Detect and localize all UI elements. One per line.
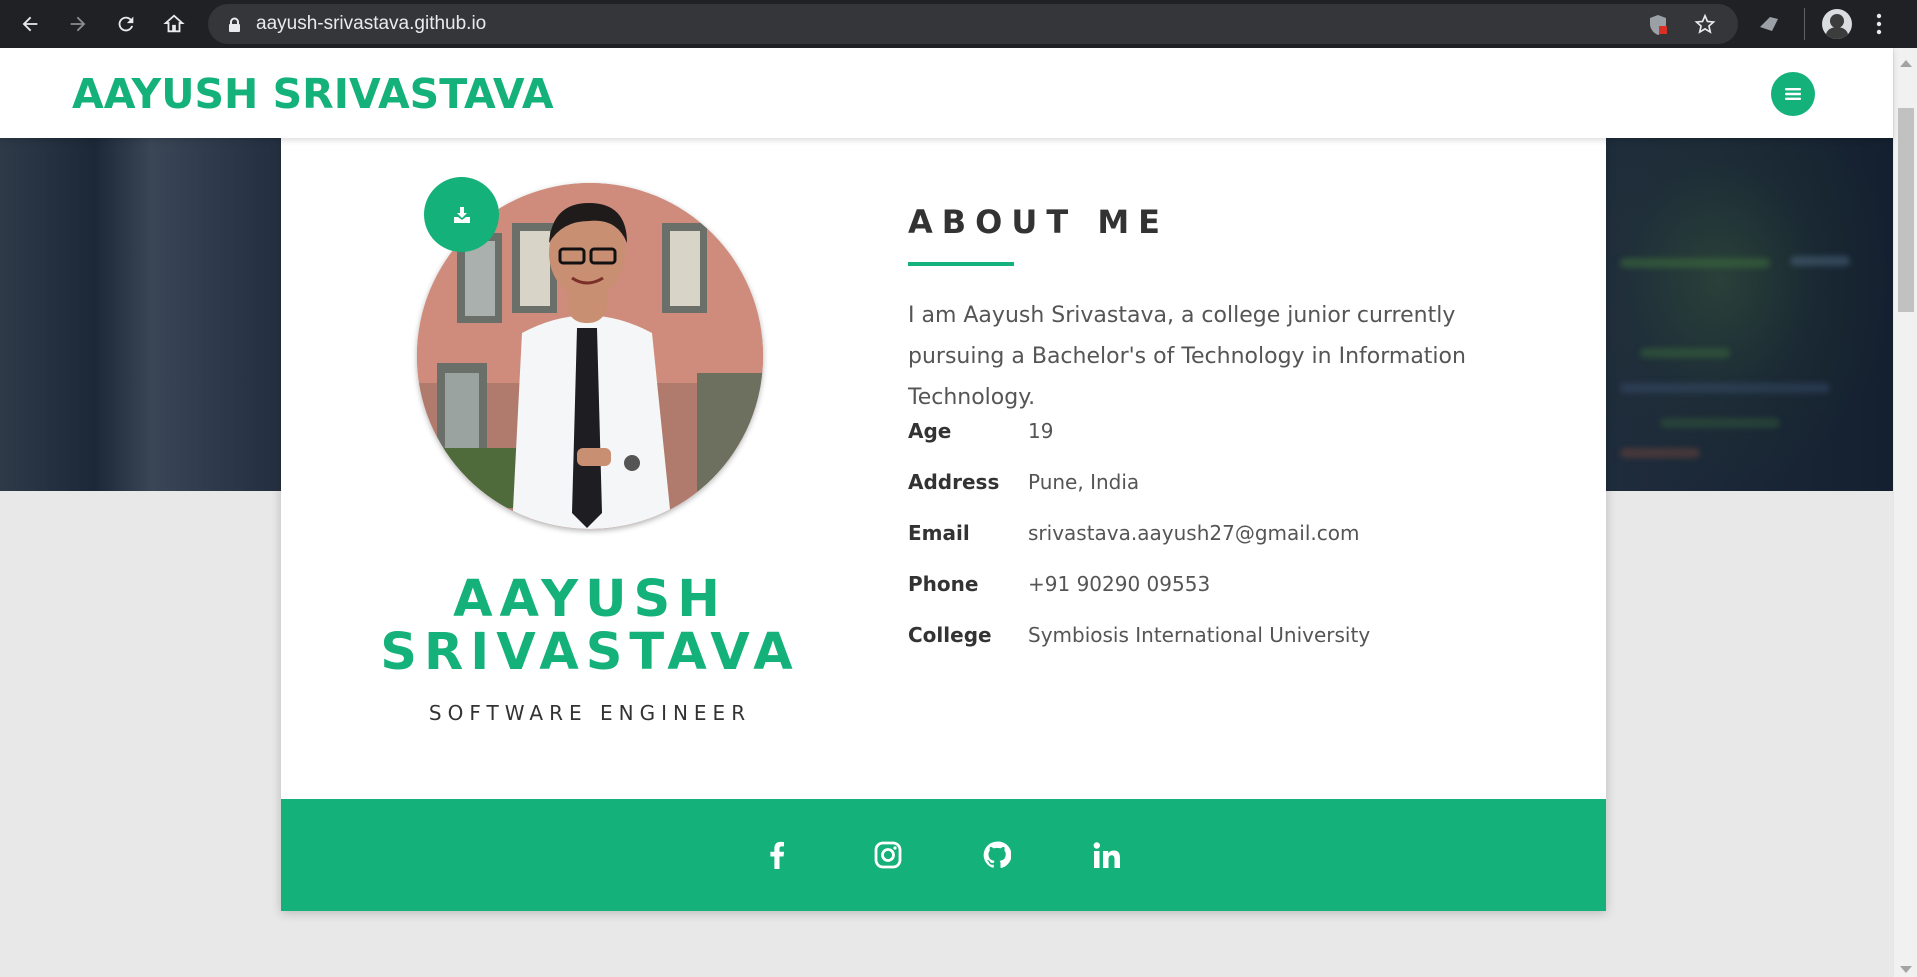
info-label: College <box>908 623 992 647</box>
about-text: I am Aayush Srivastava, a college junior… <box>908 303 1466 410</box>
reload-icon <box>118 16 134 32</box>
forward-button[interactable] <box>62 8 94 40</box>
star-icon[interactable] <box>1694 13 1716 35</box>
info-label: Email <box>908 521 970 545</box>
scroll-up-arrow[interactable] <box>1900 60 1912 67</box>
about-underline <box>908 262 1014 266</box>
info-label: Age <box>908 419 952 443</box>
back-button[interactable] <box>14 8 46 40</box>
social-bar <box>281 799 1606 911</box>
site-navbar: AAYUSH SRIVASTAVA <box>0 48 1893 138</box>
more-menu-icon[interactable] <box>1876 12 1882 36</box>
linkedin-link[interactable] <box>1089 837 1125 873</box>
page-scrollbar[interactable] <box>1893 48 1917 977</box>
extension-icon[interactable] <box>1757 11 1783 37</box>
reload-button[interactable] <box>110 8 142 40</box>
github-icon <box>983 841 1011 868</box>
info-value: srivastava.aayush27@gmail.com <box>1028 521 1360 545</box>
profile-name-first: AAYUSH <box>453 570 727 629</box>
menu-button[interactable] <box>1771 72 1815 116</box>
profile-card: AAYUSH SRIVASTAVA SOFTWARE ENGINEER ABOU… <box>281 138 1606 911</box>
info-value: Pune, India <box>1028 470 1140 494</box>
arrow-right-icon <box>70 16 86 32</box>
profile-name-last: SRIVASTAVA <box>380 623 800 682</box>
info-label: Phone <box>908 572 979 596</box>
info-label: Address <box>908 470 1000 494</box>
home-button[interactable] <box>158 8 190 40</box>
instagram-icon <box>874 841 902 869</box>
profile-name: AAYUSH SRIVASTAVA <box>371 573 809 679</box>
browser-toolbar: aayush-srivastava.github.io <box>0 0 1917 48</box>
download-cv-button[interactable] <box>424 177 499 252</box>
scroll-thumb[interactable] <box>1898 108 1914 312</box>
lock-icon <box>229 17 240 32</box>
url-text: aayush-srivastava.github.io <box>256 13 487 34</box>
profile-title: SOFTWARE ENGINEER <box>428 701 752 725</box>
info-value: 19 <box>1028 419 1054 443</box>
site-brand[interactable]: AAYUSH SRIVASTAVA <box>72 70 554 118</box>
about-heading: ABOUT ME <box>908 203 1170 241</box>
facebook-icon <box>770 841 785 869</box>
download-icon <box>453 206 470 223</box>
instagram-link[interactable] <box>870 837 906 873</box>
facebook-link[interactable] <box>759 837 795 873</box>
shield-icon[interactable] <box>1648 14 1668 36</box>
avatar[interactable] <box>1822 9 1852 39</box>
address-bar[interactable]: aayush-srivastava.github.io <box>208 4 1738 44</box>
toolbar-divider <box>1804 8 1805 40</box>
info-value: Symbiosis International University <box>1028 623 1371 647</box>
linkedin-icon <box>1093 842 1120 868</box>
scroll-down-arrow[interactable] <box>1900 966 1912 973</box>
arrow-left-icon <box>22 16 38 32</box>
hamburger-icon <box>1785 88 1801 100</box>
home-icon <box>163 14 185 33</box>
info-value: +91 90290 09553 <box>1028 572 1211 596</box>
github-link[interactable] <box>979 837 1015 873</box>
